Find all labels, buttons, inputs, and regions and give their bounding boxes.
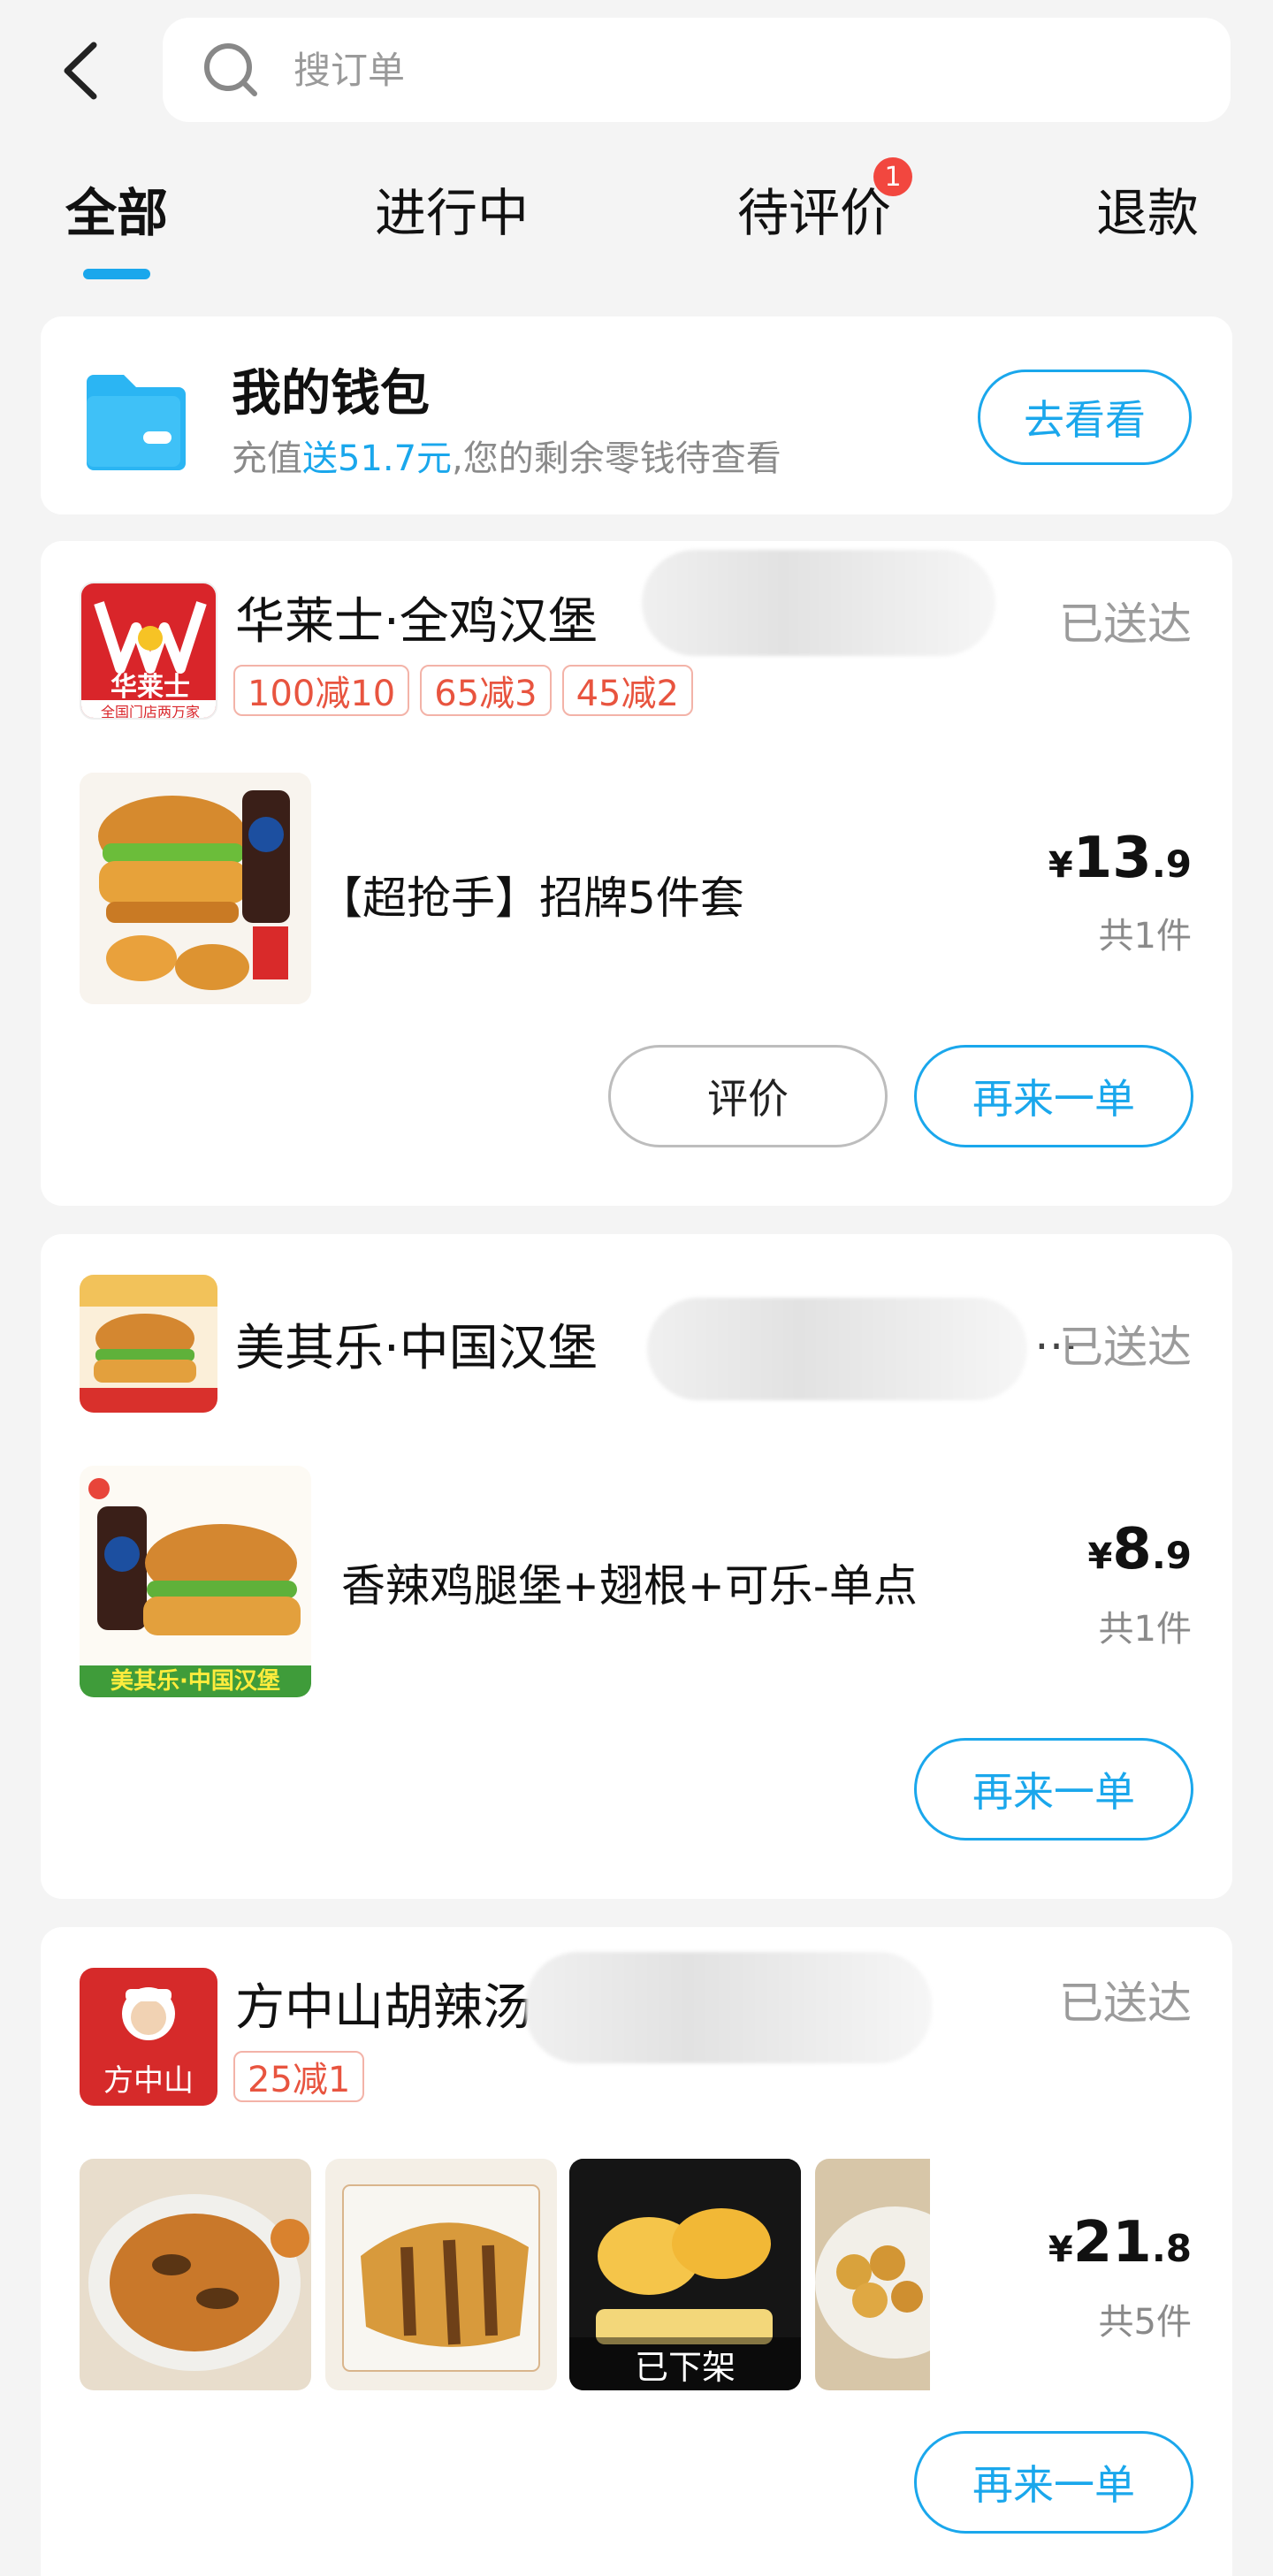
wallet-view-button[interactable]: 去看看 [978,370,1192,465]
tab-in-progress[interactable]: 进行中 [375,171,529,246]
redacted-area [525,1952,932,2063]
store-name[interactable]: 华莱士·全鸡汉堡 [235,582,598,653]
promo-list: 100减10 65减3 45减2 [233,665,693,716]
wallet-card[interactable]: 我的钱包 充值送51.7元,您的剩余零钱待查看 去看看 [41,316,1232,514]
store-logo-text: 华莱士 [111,672,190,703]
item-name: 【超抢手】招牌5件套 [318,873,744,924]
wallet-title: 我的钱包 [232,365,430,423]
order-price: ¥13.9 [1048,826,1192,891]
item-thumbnail[interactable] [325,2159,557,2390]
price-integer: 8 [1112,1517,1152,1582]
quail-eggs-image [815,2159,930,2390]
item-name: 香辣鸡腿堡+翅根+可乐-单点 [341,1560,918,1612]
search-input[interactable] [293,48,1089,92]
item-thumbnail[interactable] [815,2159,930,2390]
promo-tag: 100减10 [233,665,410,716]
order-price: ¥21.8 [1048,2210,1192,2275]
wallet-sub-suffix: ,您的剩余零钱待查看 [452,438,781,479]
price-decimal: .9 [1151,1534,1192,1577]
wallet-bonus: 送51.7元 [302,438,453,479]
burger-combo-image [80,1466,311,1697]
store-name[interactable]: 美其乐·中国汉堡 [235,1308,598,1380]
store-logo[interactable] [80,1275,217,1413]
item-thumbnail[interactable] [80,2159,311,2390]
back-button[interactable] [53,35,106,106]
top-bar [0,0,1273,141]
item-count: 共1件 [1098,916,1192,956]
order-status: 已送达 [1059,1978,1192,2029]
wallet-sub-prefix: 充值 [232,438,302,479]
price-integer: 13 [1072,826,1152,891]
store-logo-text: 方中山 [103,2063,194,2099]
promo-tag: 25减1 [233,2051,365,2102]
order-price: ¥8.9 [1087,1517,1192,1582]
off-shelf-label: 已下架 [569,2337,801,2390]
order-status: 已送达 [1059,598,1192,650]
reorder-button[interactable]: 再来一单 [914,1738,1193,1841]
store-logo[interactable]: 方中山 [80,1968,217,2106]
store-logo-caption: 全国门店两万家 [81,700,216,718]
fried-bun-image [325,2159,557,2390]
order-status: 已送达 [1059,1322,1192,1373]
soup-image [80,2159,311,2390]
price-integer: 21 [1072,2210,1152,2275]
item-count: 共5件 [1098,2302,1192,2343]
tab-refund[interactable]: 退款 [1096,171,1199,246]
search-icon [204,43,257,96]
tab-all[interactable]: 全部 [65,171,168,246]
order-card-wallace[interactable]: 华莱士 全国门店两万家 华莱士·全鸡汉堡 已送达 100减10 65减3 45减… [41,541,1232,1206]
redacted-area [642,550,995,656]
tab-pending-review[interactable]: 待评价 [737,171,891,246]
item-thumbnail[interactable]: 美其乐·中国汉堡 [80,1466,311,1697]
order-tabs: 全部 进行中 待评价 退款 [0,159,1273,292]
thumb-caption: 美其乐·中国汉堡 [111,1668,280,1695]
reorder-button[interactable]: 再来一单 [914,1045,1193,1147]
order-card-meiqile[interactable]: 美其乐·中国汉堡 … 已送达 美其乐·中国汉堡 香辣鸡腿堡+翅根+可乐-单点 ¥… [41,1234,1232,1899]
promo-list: 25减1 [233,2051,365,2102]
meiqile-logo-icon [80,1275,217,1413]
price-currency: ¥ [1048,845,1073,886]
wallet-subtitle: 充值送51.7元,您的剩余零钱待查看 [232,430,781,481]
price-currency: ¥ [1048,2229,1073,2270]
review-button[interactable]: 评价 [608,1045,888,1147]
item-thumbnail[interactable] [80,773,311,1004]
search-bar[interactable] [163,18,1231,122]
chevron-left-icon [64,42,97,100]
burger-set-image [80,773,311,1004]
price-currency: ¥ [1087,1536,1113,1577]
promo-tag: 65减3 [420,665,552,716]
reorder-button[interactable]: 再来一单 [914,2431,1193,2534]
store-logo[interactable]: 华莱士 全国门店两万家 [80,582,217,720]
order-card-fangzhongshan[interactable]: 方中山 方中山胡辣汤 已送达 25减1 已下架 ¥21.8 共5件 再来一单 [41,1927,1232,2576]
price-decimal: .8 [1151,2227,1192,2270]
promo-tag: 45减2 [561,665,693,716]
store-name[interactable]: 方中山胡辣汤 [235,1968,532,2039]
redacted-area [647,1298,1027,1400]
pending-review-badge: 1 [873,157,912,196]
price-decimal: .9 [1151,842,1192,886]
item-thumbnail[interactable]: 已下架 [569,2159,801,2390]
active-tab-indicator [83,269,150,279]
wallet-icon [87,375,186,470]
item-count: 共1件 [1098,1609,1192,1650]
